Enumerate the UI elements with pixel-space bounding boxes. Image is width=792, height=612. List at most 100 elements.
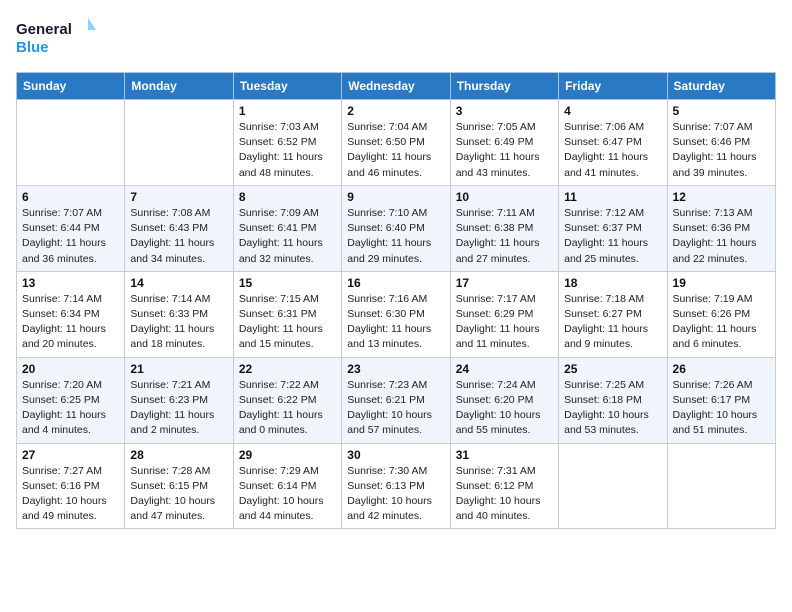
day-number: 21 — [130, 362, 227, 376]
day-info: Sunrise: 7:21 AMSunset: 6:23 PMDaylight:… — [130, 378, 227, 439]
day-number: 1 — [239, 104, 336, 118]
day-info: Sunrise: 7:23 AMSunset: 6:21 PMDaylight:… — [347, 378, 444, 439]
week-row-1: 1 Sunrise: 7:03 AMSunset: 6:52 PMDaylight… — [17, 100, 776, 186]
week-row-5: 27 Sunrise: 7:27 AMSunset: 6:16 PMDayligh… — [17, 443, 776, 529]
day-info: Sunrise: 7:29 AMSunset: 6:14 PMDaylight:… — [239, 464, 336, 525]
day-cell-18: 18 Sunrise: 7:18 AMSunset: 6:27 PMDayligh… — [559, 271, 667, 357]
day-number: 26 — [673, 362, 770, 376]
logo: General Blue — [16, 16, 96, 60]
day-info: Sunrise: 7:30 AMSunset: 6:13 PMDaylight:… — [347, 464, 444, 525]
day-number: 13 — [22, 276, 119, 290]
day-cell-15: 15 Sunrise: 7:15 AMSunset: 6:31 PMDayligh… — [233, 271, 341, 357]
weekday-header-row: SundayMondayTuesdayWednesdayThursdayFrid… — [17, 73, 776, 100]
day-number: 18 — [564, 276, 661, 290]
day-number: 27 — [22, 448, 119, 462]
day-number: 4 — [564, 104, 661, 118]
calendar-table: SundayMondayTuesdayWednesdayThursdayFrid… — [16, 72, 776, 529]
day-info: Sunrise: 7:03 AMSunset: 6:52 PMDaylight:… — [239, 120, 336, 181]
day-cell-4: 4 Sunrise: 7:06 AMSunset: 6:47 PMDaylight… — [559, 100, 667, 186]
day-info: Sunrise: 7:31 AMSunset: 6:12 PMDaylight:… — [456, 464, 553, 525]
day-cell-5: 5 Sunrise: 7:07 AMSunset: 6:46 PMDaylight… — [667, 100, 775, 186]
day-info: Sunrise: 7:14 AMSunset: 6:33 PMDaylight:… — [130, 292, 227, 353]
day-cell-22: 22 Sunrise: 7:22 AMSunset: 6:22 PMDayligh… — [233, 357, 341, 443]
day-cell-12: 12 Sunrise: 7:13 AMSunset: 6:36 PMDayligh… — [667, 185, 775, 271]
weekday-header-sunday: Sunday — [17, 73, 125, 100]
day-cell-28: 28 Sunrise: 7:28 AMSunset: 6:15 PMDayligh… — [125, 443, 233, 529]
weekday-header-wednesday: Wednesday — [342, 73, 450, 100]
logo-svg: General Blue — [16, 16, 96, 60]
day-info: Sunrise: 7:06 AMSunset: 6:47 PMDaylight:… — [564, 120, 661, 181]
day-number: 22 — [239, 362, 336, 376]
day-cell-8: 8 Sunrise: 7:09 AMSunset: 6:41 PMDaylight… — [233, 185, 341, 271]
day-info: Sunrise: 7:15 AMSunset: 6:31 PMDaylight:… — [239, 292, 336, 353]
day-info: Sunrise: 7:24 AMSunset: 6:20 PMDaylight:… — [456, 378, 553, 439]
day-info: Sunrise: 7:12 AMSunset: 6:37 PMDaylight:… — [564, 206, 661, 267]
day-cell-16: 16 Sunrise: 7:16 AMSunset: 6:30 PMDayligh… — [342, 271, 450, 357]
calendar-body: 1 Sunrise: 7:03 AMSunset: 6:52 PMDaylight… — [17, 100, 776, 529]
day-number: 25 — [564, 362, 661, 376]
week-row-4: 20Sunrise: 7:20 AMSunset: 6:25 PMDayligh… — [17, 357, 776, 443]
day-cell-17: 17Sunrise: 7:17 AMSunset: 6:29 PMDayligh… — [450, 271, 558, 357]
day-info: Sunrise: 7:10 AMSunset: 6:40 PMDaylight:… — [347, 206, 444, 267]
weekday-header-monday: Monday — [125, 73, 233, 100]
weekday-header-saturday: Saturday — [667, 73, 775, 100]
day-number: 10 — [456, 190, 553, 204]
week-row-2: 6 Sunrise: 7:07 AMSunset: 6:44 PMDaylight… — [17, 185, 776, 271]
day-number: 23 — [347, 362, 444, 376]
day-cell-26: 26 Sunrise: 7:26 AMSunset: 6:17 PMDayligh… — [667, 357, 775, 443]
day-cell-31: 31 Sunrise: 7:31 AMSunset: 6:12 PMDayligh… — [450, 443, 558, 529]
day-number: 7 — [130, 190, 227, 204]
day-info: Sunrise: 7:04 AMSunset: 6:50 PMDaylight:… — [347, 120, 444, 181]
day-info: Sunrise: 7:09 AMSunset: 6:41 PMDaylight:… — [239, 206, 336, 267]
day-info: Sunrise: 7:26 AMSunset: 6:17 PMDaylight:… — [673, 378, 770, 439]
week-row-3: 13 Sunrise: 7:14 AMSunset: 6:34 PMDayligh… — [17, 271, 776, 357]
day-number: 30 — [347, 448, 444, 462]
day-info: Sunrise: 7:07 AMSunset: 6:46 PMDaylight:… — [673, 120, 770, 181]
day-cell-27: 27 Sunrise: 7:27 AMSunset: 6:16 PMDayligh… — [17, 443, 125, 529]
day-info: Sunrise: 7:28 AMSunset: 6:15 PMDaylight:… — [130, 464, 227, 525]
empty-cell — [17, 100, 125, 186]
day-cell-19: 19 Sunrise: 7:19 AMSunset: 6:26 PMDayligh… — [667, 271, 775, 357]
day-info: Sunrise: 7:19 AMSunset: 6:26 PMDaylight:… — [673, 292, 770, 353]
day-info: Sunrise: 7:11 AMSunset: 6:38 PMDaylight:… — [456, 206, 553, 267]
day-number: 8 — [239, 190, 336, 204]
day-number: 5 — [673, 104, 770, 118]
day-number: 19 — [673, 276, 770, 290]
day-cell-10: 10 Sunrise: 7:11 AMSunset: 6:38 PMDayligh… — [450, 185, 558, 271]
day-cell-25: 25 Sunrise: 7:25 AMSunset: 6:18 PMDayligh… — [559, 357, 667, 443]
weekday-header-thursday: Thursday — [450, 73, 558, 100]
weekday-header-friday: Friday — [559, 73, 667, 100]
day-number: 15 — [239, 276, 336, 290]
day-info: Sunrise: 7:08 AMSunset: 6:43 PMDaylight:… — [130, 206, 227, 267]
day-number: 12 — [673, 190, 770, 204]
day-cell-2: 2 Sunrise: 7:04 AMSunset: 6:50 PMDaylight… — [342, 100, 450, 186]
svg-text:Blue: Blue — [16, 39, 49, 56]
day-number: 20 — [22, 362, 119, 376]
day-info: Sunrise: 7:13 AMSunset: 6:36 PMDaylight:… — [673, 206, 770, 267]
empty-cell — [559, 443, 667, 529]
day-number: 16 — [347, 276, 444, 290]
day-number: 6 — [22, 190, 119, 204]
day-cell-29: 29Sunrise: 7:29 AMSunset: 6:14 PMDayligh… — [233, 443, 341, 529]
day-number: 3 — [456, 104, 553, 118]
day-cell-13: 13 Sunrise: 7:14 AMSunset: 6:34 PMDayligh… — [17, 271, 125, 357]
day-info: Sunrise: 7:22 AMSunset: 6:22 PMDaylight:… — [239, 378, 336, 439]
empty-cell — [125, 100, 233, 186]
day-cell-23: 23 Sunrise: 7:23 AMSunset: 6:21 PMDayligh… — [342, 357, 450, 443]
day-cell-11: 11Sunrise: 7:12 AMSunset: 6:37 PMDayligh… — [559, 185, 667, 271]
day-info: Sunrise: 7:16 AMSunset: 6:30 PMDaylight:… — [347, 292, 444, 353]
day-number: 31 — [456, 448, 553, 462]
day-number: 28 — [130, 448, 227, 462]
day-info: Sunrise: 7:18 AMSunset: 6:27 PMDaylight:… — [564, 292, 661, 353]
day-info: Sunrise: 7:25 AMSunset: 6:18 PMDaylight:… — [564, 378, 661, 439]
day-number: 2 — [347, 104, 444, 118]
day-info: Sunrise: 7:27 AMSunset: 6:16 PMDaylight:… — [22, 464, 119, 525]
day-number: 24 — [456, 362, 553, 376]
day-number: 9 — [347, 190, 444, 204]
day-info: Sunrise: 7:14 AMSunset: 6:34 PMDaylight:… — [22, 292, 119, 353]
day-info: Sunrise: 7:07 AMSunset: 6:44 PMDaylight:… — [22, 206, 119, 267]
day-cell-30: 30 Sunrise: 7:30 AMSunset: 6:13 PMDayligh… — [342, 443, 450, 529]
day-cell-3: 3Sunrise: 7:05 AMSunset: 6:49 PMDaylight… — [450, 100, 558, 186]
weekday-header-tuesday: Tuesday — [233, 73, 341, 100]
day-cell-21: 21 Sunrise: 7:21 AMSunset: 6:23 PMDayligh… — [125, 357, 233, 443]
